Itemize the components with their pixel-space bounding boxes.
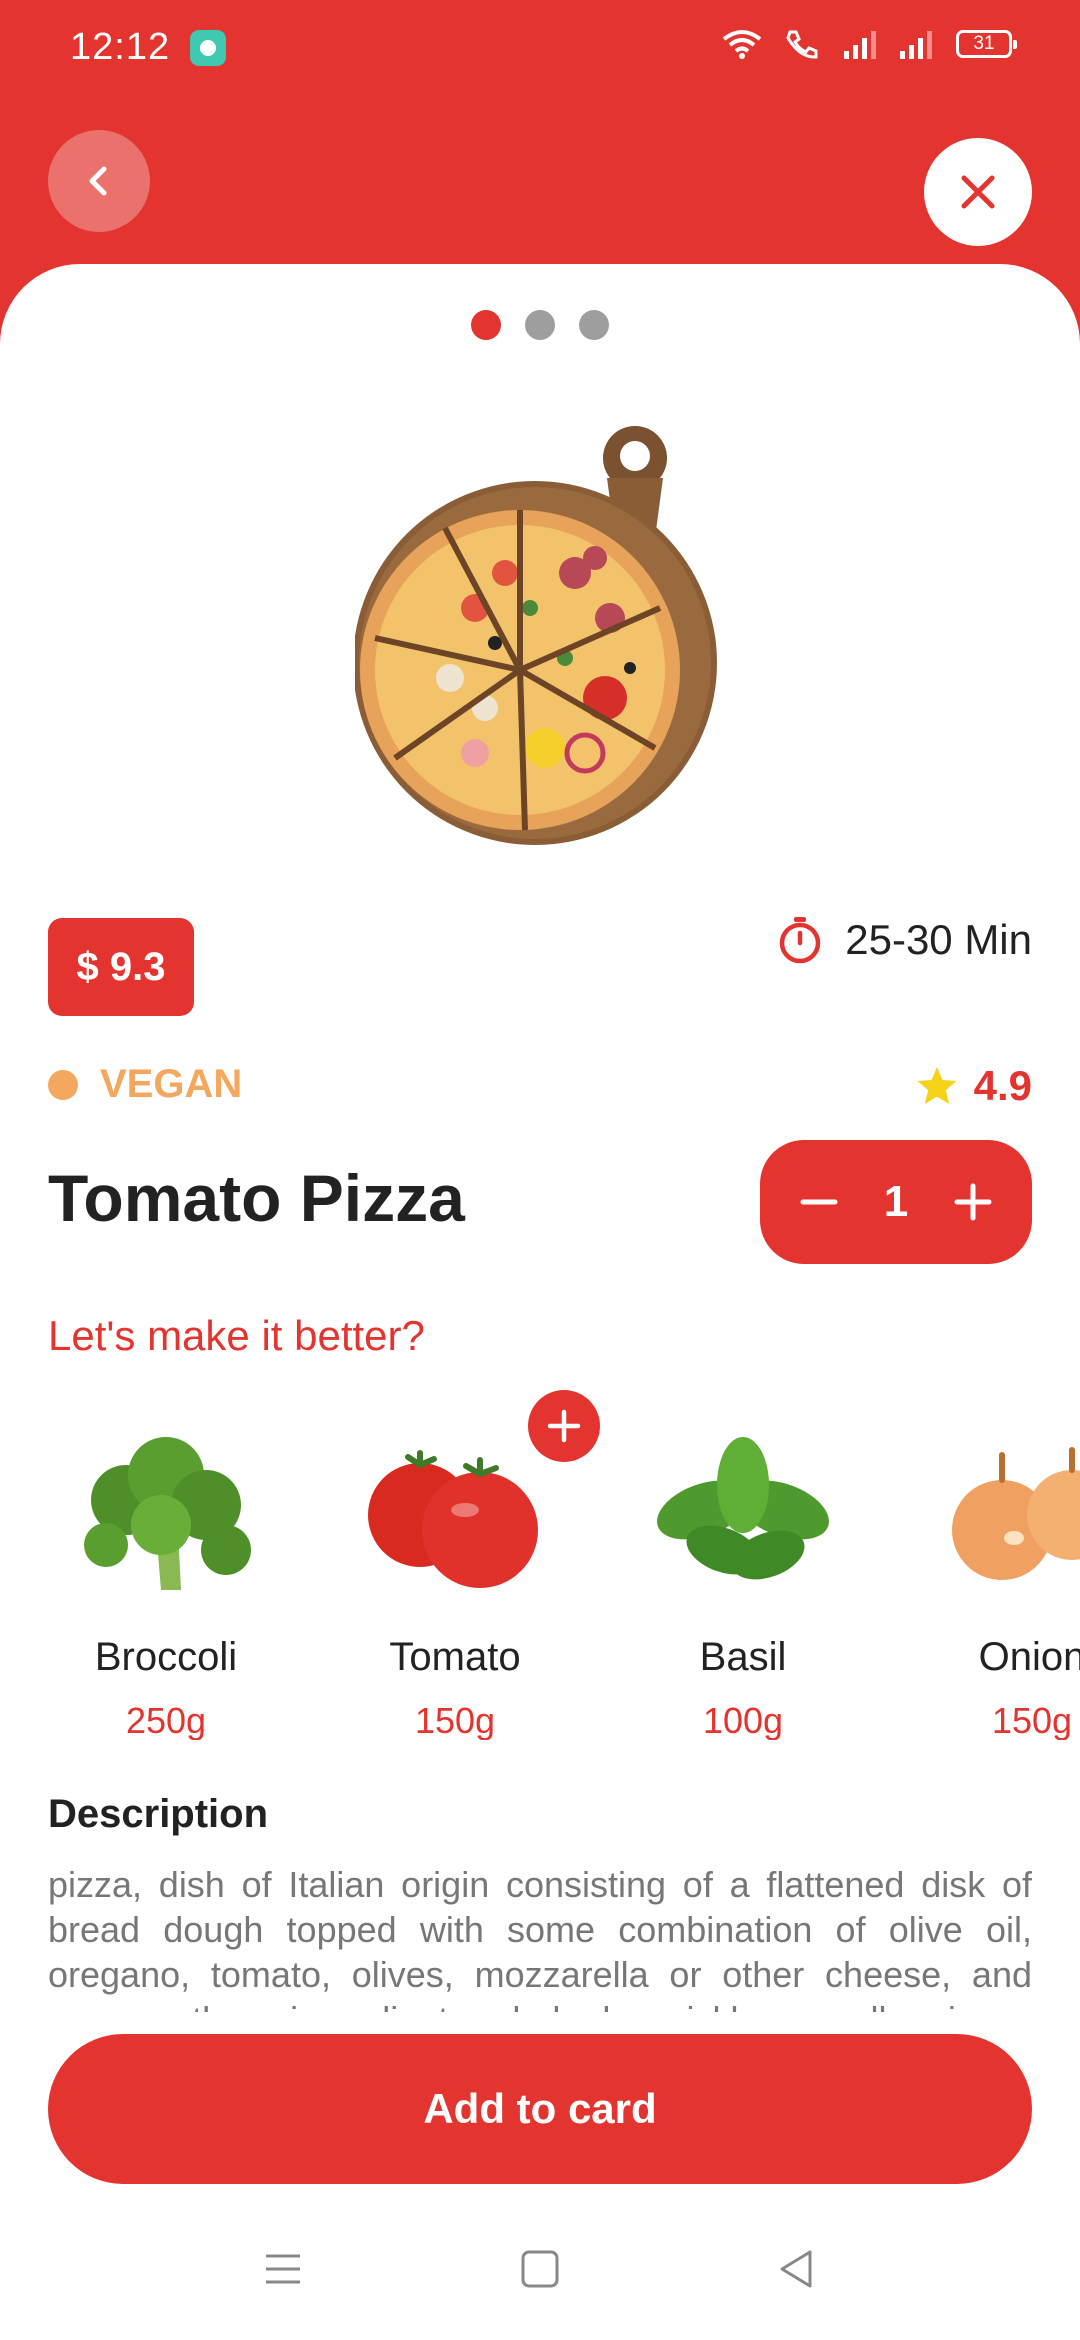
quantity-value: 1 bbox=[883, 1177, 909, 1226]
star-icon bbox=[917, 1067, 957, 1104]
close-icon bbox=[961, 175, 995, 209]
stopwatch-icon bbox=[779, 917, 821, 964]
rating-value: 4.9 bbox=[973, 1062, 1032, 1109]
battery-indicator: 31 bbox=[956, 30, 1017, 58]
wifi-icon bbox=[722, 30, 762, 59]
plus-icon bbox=[547, 1409, 581, 1443]
plus-icon bbox=[954, 1183, 992, 1221]
home-nav-icon[interactable] bbox=[519, 2248, 561, 2290]
signal-1-icon bbox=[844, 31, 876, 59]
delivery-time: 25-30 Min bbox=[777, 915, 1032, 965]
close-button[interactable] bbox=[924, 138, 1032, 246]
ingredient-item-onion[interactable]: Onion 150g bbox=[912, 1380, 1080, 1740]
rating: 4.9 bbox=[916, 1062, 1032, 1110]
ingredient-name: Broccoli bbox=[94, 1635, 238, 1679]
carousel-dot[interactable] bbox=[579, 310, 609, 340]
pizza-image[interactable] bbox=[355, 408, 725, 848]
increment-button[interactable] bbox=[943, 1172, 1003, 1232]
back-button[interactable] bbox=[48, 130, 150, 232]
signal-2-icon bbox=[900, 31, 932, 59]
ingredient-weight: 250g bbox=[125, 1700, 207, 1740]
volte-call-icon bbox=[786, 30, 818, 59]
minus-icon bbox=[800, 1199, 838, 1205]
tomato-image bbox=[368, 1450, 538, 1588]
product-title: Tomato Pizza bbox=[48, 1161, 465, 1235]
ingredient-weight: 100g bbox=[702, 1700, 784, 1740]
ingredient-item-basil[interactable]: Basil 100g bbox=[623, 1380, 863, 1740]
app-notification-icon bbox=[190, 30, 226, 66]
ingredient-item-broccoli[interactable]: Broccoli 250g bbox=[46, 1380, 286, 1740]
quantity-stepper: 1 bbox=[760, 1140, 1032, 1264]
add-ingredient-button[interactable] bbox=[528, 1390, 600, 1462]
ingredient-name: Onion bbox=[978, 1635, 1080, 1679]
price-badge: $ 9.3 bbox=[48, 918, 194, 1016]
vegan-dot-icon bbox=[48, 1069, 78, 1100]
delivery-time-text: 25-30 Min bbox=[845, 916, 1032, 963]
onion-image bbox=[952, 1447, 1080, 1580]
ingredient-name: Tomato bbox=[389, 1635, 521, 1679]
back-nav-icon[interactable] bbox=[776, 2248, 818, 2290]
ingredient-weight: 150g bbox=[991, 1700, 1073, 1740]
add-to-cart-button[interactable]: Add to card bbox=[48, 2034, 1032, 2184]
chevron-left-icon bbox=[89, 166, 107, 196]
decrement-button[interactable] bbox=[789, 1172, 849, 1232]
vegan-tag: VEGAN bbox=[48, 1062, 242, 1107]
ingredients-prompt: Let's make it better? bbox=[48, 1312, 425, 1359]
carousel-dot[interactable] bbox=[525, 310, 555, 340]
ingredient-name: Basil bbox=[699, 1635, 787, 1679]
broccoli-image bbox=[84, 1437, 251, 1590]
description-title: Description bbox=[48, 1792, 269, 1836]
description-text: pizza, dish of Italian origin consisting… bbox=[48, 1864, 1032, 2012]
carousel-indicator bbox=[0, 310, 1080, 340]
status-bar: 12:12 31 bbox=[0, 0, 1080, 96]
carousel-dot-active[interactable] bbox=[471, 310, 501, 340]
ingredient-weight: 150g bbox=[414, 1700, 496, 1740]
menu-nav-icon[interactable] bbox=[262, 2248, 304, 2290]
vegan-label: VEGAN bbox=[100, 1062, 243, 1106]
status-icons: 31 bbox=[722, 28, 1017, 60]
basil-image bbox=[657, 1437, 829, 1580]
status-time: 12:12 bbox=[70, 26, 171, 68]
